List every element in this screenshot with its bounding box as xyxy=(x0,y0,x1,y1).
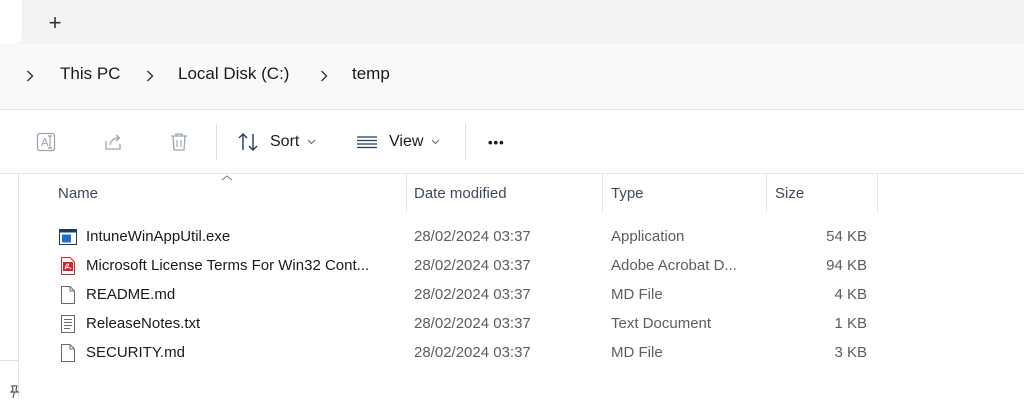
rename-icon: A xyxy=(36,132,56,152)
file-size: 54 KB xyxy=(826,228,867,245)
toolbar-divider xyxy=(465,124,466,160)
file-name: IntuneWinAppUtil.exe xyxy=(86,228,231,245)
file-size: 1 KB xyxy=(834,315,867,332)
share-icon xyxy=(105,134,121,150)
active-tab-edge[interactable] xyxy=(0,0,22,44)
navigation-divider xyxy=(0,360,18,361)
more-options-button[interactable]: ••• xyxy=(488,126,505,158)
new-tab-button[interactable]: + xyxy=(40,10,70,36)
file-name: README.md xyxy=(86,286,176,303)
file-row[interactable]: ReleaseNotes.txt 28/02/2024 03:37 Text D… xyxy=(36,309,878,338)
sort-button[interactable]: Sort xyxy=(236,126,316,158)
view-label: View xyxy=(389,133,424,150)
text-file-icon xyxy=(61,315,75,333)
trash-icon xyxy=(171,133,187,151)
file-row[interactable]: SECURITY.md 28/02/2024 03:37 MD File 3 K… xyxy=(36,338,878,367)
more-icon: ••• xyxy=(488,134,505,150)
file-row[interactable]: README.md 28/02/2024 03:37 MD File 4 KB xyxy=(36,280,878,309)
file-size: 3 KB xyxy=(834,344,867,361)
file-name: SECURITY.md xyxy=(86,344,185,361)
file-date: 28/02/2024 03:37 xyxy=(414,257,531,274)
file-size: 94 KB xyxy=(826,257,867,274)
svg-text:A: A xyxy=(41,136,49,149)
file-name: ReleaseNotes.txt xyxy=(86,315,201,332)
file-type: MD File xyxy=(611,344,663,361)
column-header-size[interactable]: Size xyxy=(775,174,875,212)
breadcrumb-this-pc[interactable]: This PC xyxy=(60,64,120,84)
view-list-icon xyxy=(357,136,377,149)
sort-icon xyxy=(238,133,258,151)
delete-button[interactable] xyxy=(167,126,191,158)
file-type: MD File xyxy=(611,286,663,303)
column-divider[interactable] xyxy=(406,174,407,212)
file-date: 28/02/2024 03:37 xyxy=(414,228,531,245)
column-header-date[interactable]: Date modified xyxy=(414,174,602,212)
sort-label: Sort xyxy=(270,133,300,150)
file-row[interactable]: IntuneWinAppUtil.exe 28/02/2024 03:37 Ap… xyxy=(36,222,878,251)
chevron-down-icon xyxy=(432,139,440,145)
column-header-type[interactable]: Type xyxy=(611,174,766,212)
exe-icon xyxy=(59,229,77,245)
file-size: 4 KB xyxy=(834,286,867,303)
column-header-row: Name Date modified Type Size xyxy=(36,174,878,212)
chevron-right-icon[interactable] xyxy=(22,66,38,86)
chevron-right-icon[interactable] xyxy=(316,66,332,86)
navigation-pane[interactable] xyxy=(0,174,19,399)
chevron-down-icon xyxy=(307,139,316,145)
file-type: Text Document xyxy=(611,315,712,332)
file-icon xyxy=(61,344,75,362)
file-date: 28/02/2024 03:37 xyxy=(414,286,531,303)
file-type: Application xyxy=(611,228,685,245)
toolbar-divider xyxy=(216,124,217,160)
tab-strip: + xyxy=(0,0,1024,44)
command-bar: A Sort View ••• xyxy=(0,110,1024,174)
file-date: 28/02/2024 03:37 xyxy=(414,315,531,332)
view-button[interactable]: View xyxy=(355,126,440,158)
pin-icon[interactable] xyxy=(8,385,20,404)
file-icon xyxy=(61,286,75,304)
file-row[interactable]: Microsoft License Terms For Win32 Cont..… xyxy=(36,251,878,280)
column-divider[interactable] xyxy=(766,174,767,212)
file-date: 28/02/2024 03:37 xyxy=(414,344,531,361)
file-name: Microsoft License Terms For Win32 Cont..… xyxy=(86,257,370,274)
pdf-icon xyxy=(61,257,75,275)
breadcrumb: This PC Local Disk (C:) temp xyxy=(0,44,1024,110)
column-divider[interactable] xyxy=(877,174,878,212)
file-type: Adobe Acrobat D... xyxy=(611,257,737,274)
rename-button[interactable]: A xyxy=(35,126,59,158)
share-button[interactable] xyxy=(102,126,126,158)
column-header-name[interactable]: Name xyxy=(58,174,406,212)
breadcrumb-temp[interactable]: temp xyxy=(352,64,390,84)
column-divider[interactable] xyxy=(602,174,603,212)
chevron-right-icon[interactable] xyxy=(142,66,158,86)
breadcrumb-local-disk[interactable]: Local Disk (C:) xyxy=(178,64,289,84)
